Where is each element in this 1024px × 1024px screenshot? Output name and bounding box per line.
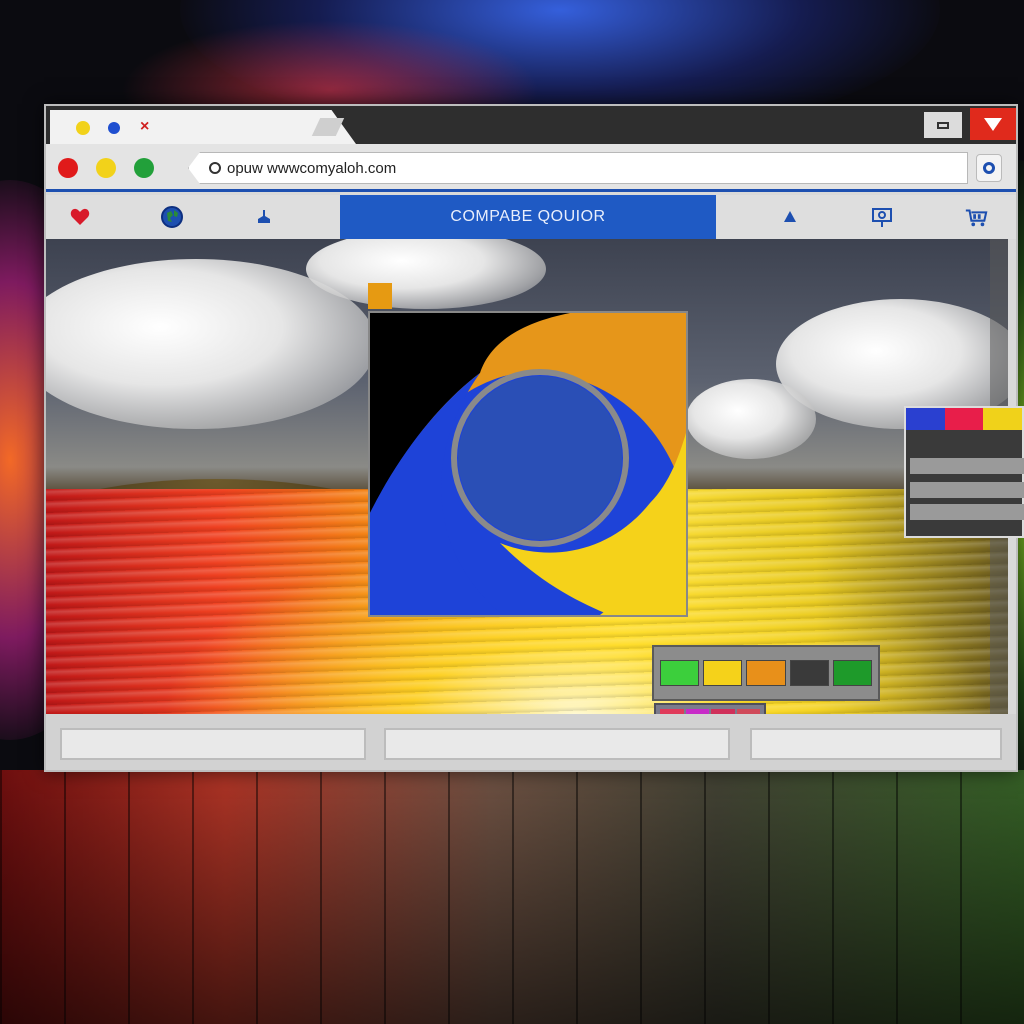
swatch-dark[interactable] bbox=[789, 660, 829, 686]
footer-field-center[interactable] bbox=[384, 728, 730, 760]
minimize-button[interactable] bbox=[924, 112, 962, 138]
logo-accent-square bbox=[368, 283, 392, 309]
hero-image bbox=[46, 239, 1008, 714]
toolbar: opuw wwwcomyaloh.com bbox=[46, 144, 1016, 192]
traffic-light-red[interactable] bbox=[58, 158, 78, 178]
nav-bar: COMPABE QOUIOR bbox=[46, 195, 1016, 239]
extension-button[interactable] bbox=[976, 154, 1002, 182]
side-panel-row[interactable] bbox=[910, 482, 1024, 498]
side-color-yellow[interactable] bbox=[983, 408, 1023, 430]
bucket-icon[interactable] bbox=[252, 205, 276, 229]
traffic-light-yellow[interactable] bbox=[96, 158, 116, 178]
app-logo[interactable] bbox=[368, 311, 688, 617]
tab-bar: × bbox=[46, 106, 1016, 144]
globe-icon[interactable] bbox=[160, 205, 184, 229]
footer-field-right[interactable] bbox=[750, 728, 1002, 760]
close-window-button[interactable] bbox=[970, 108, 1016, 140]
cloud bbox=[686, 379, 816, 459]
side-color-red[interactable] bbox=[944, 408, 984, 430]
side-panel-color-strip bbox=[906, 408, 1023, 430]
browser-window: × opuw wwwcomyaloh.com COMPABE QOUIOR bbox=[44, 104, 1018, 772]
side-color-blue[interactable] bbox=[906, 408, 945, 430]
mini-palette-panel bbox=[654, 703, 766, 714]
traffic-light-green[interactable] bbox=[134, 158, 154, 178]
search-icon bbox=[209, 162, 221, 174]
signpost-icon[interactable] bbox=[870, 205, 894, 229]
address-url: opuw wwwcomyaloh.com bbox=[227, 159, 397, 177]
page-title-banner[interactable]: COMPABE QOUIOR bbox=[340, 195, 716, 239]
window-icon bbox=[937, 121, 949, 129]
color-swatch-panel bbox=[652, 645, 880, 701]
heart-icon[interactable] bbox=[68, 205, 92, 229]
swatch-green[interactable] bbox=[660, 660, 700, 686]
tab-dot-yellow bbox=[76, 121, 90, 135]
tab-close-icon[interactable]: × bbox=[140, 118, 149, 136]
active-tab[interactable]: × bbox=[50, 110, 356, 144]
close-icon bbox=[984, 117, 1002, 131]
extension-icon bbox=[983, 162, 995, 174]
footer-field-left[interactable] bbox=[60, 728, 366, 760]
swatch-yellow[interactable] bbox=[703, 660, 743, 686]
side-panel-row[interactable] bbox=[910, 504, 1024, 520]
side-panel-row[interactable] bbox=[910, 458, 1024, 474]
swatch-dark-green[interactable] bbox=[832, 660, 873, 686]
footer-bar bbox=[46, 714, 1016, 770]
tab-dot-blue bbox=[108, 122, 120, 134]
address-bar[interactable]: opuw wwwcomyaloh.com bbox=[188, 152, 968, 184]
floating-side-panel bbox=[904, 406, 1024, 538]
wooden-floor bbox=[0, 770, 1024, 1024]
cart-icon[interactable] bbox=[964, 205, 988, 229]
swatch-orange[interactable] bbox=[746, 660, 786, 686]
drop-icon[interactable] bbox=[778, 205, 802, 229]
